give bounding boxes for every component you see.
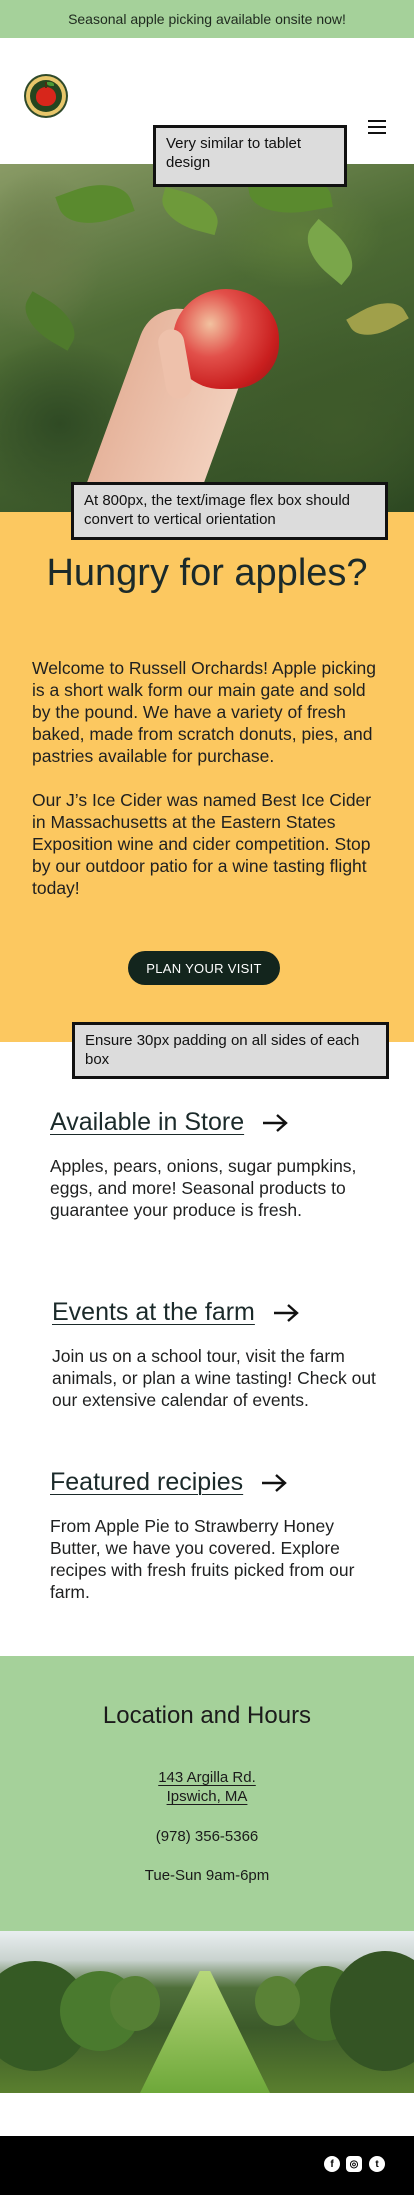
ice-cider-paragraph: Our J’s Ice Cider was named Best Ice Cid… — [32, 790, 372, 898]
feature-available-in-store: Available in Store Apples, pears, onions… — [50, 1108, 380, 1221]
feature-title: Available in Store — [50, 1108, 245, 1136]
apple-icon — [36, 81, 56, 106]
hamburger-menu-icon[interactable] — [368, 120, 386, 134]
plan-your-visit-button[interactable]: PLAN YOUR VISIT — [128, 951, 280, 985]
orchard-rows-image — [0, 1931, 414, 2093]
arrow-right-icon — [273, 1303, 299, 1322]
feature-featured-recipes: Featured recipies From Apple Pie to Stra… — [50, 1468, 380, 1603]
phone-number: (978) 356-5366 — [155, 1828, 259, 1845]
location-and-hours-section: Location and Hours 143 Argilla Rd. Ipswi… — [0, 1656, 414, 1931]
instagram-icon[interactable]: ◎ — [346, 2156, 362, 2172]
address-link[interactable]: 143 Argilla Rd. Ipswich, MA — [158, 1768, 256, 1806]
annotation-note-padding: Ensure 30px padding on all sides of each… — [72, 1022, 389, 1079]
hero-image-apple-picking — [0, 164, 414, 512]
events-at-the-farm-link[interactable]: Events at the farm — [52, 1298, 382, 1327]
welcome-heading: Hungry for apples? — [46, 552, 368, 594]
address-line-2: Ipswich, MA — [166, 1788, 248, 1805]
site-footer: f ◎ t — [0, 2136, 414, 2195]
location-heading: Location and Hours — [102, 1702, 312, 1729]
available-in-store-link[interactable]: Available in Store — [50, 1108, 380, 1137]
annotation-note-flexbox: At 800px, the text/image flex box should… — [71, 482, 388, 540]
arrow-right-icon — [263, 1113, 288, 1132]
address-line-1: 143 Argilla Rd. — [158, 1769, 256, 1786]
annotation-note-tablet: Very similar to tablet design — [153, 125, 347, 187]
arrow-right-icon — [262, 1473, 287, 1492]
facebook-icon[interactable]: f — [324, 2156, 340, 2172]
announcement-banner: Seasonal apple picking available onsite … — [0, 0, 414, 38]
twitter-icon[interactable]: t — [369, 2156, 385, 2172]
featured-recipes-link[interactable]: Featured recipies — [50, 1468, 380, 1497]
welcome-paragraph: Welcome to Russell Orchards! Apple picki… — [32, 658, 376, 766]
feature-title: Events at the farm — [52, 1298, 255, 1326]
feature-description: From Apple Pie to Strawberry Honey Butte… — [50, 1516, 355, 1602]
welcome-section: Hungry for apples? Welcome to Russell Or… — [0, 512, 414, 1042]
banner-text: Seasonal apple picking available onsite … — [68, 11, 346, 27]
feature-description: Join us on a school tour, visit the farm… — [52, 1346, 376, 1410]
feature-events-at-the-farm: Events at the farm Join us on a school t… — [52, 1298, 382, 1411]
opening-hours: Tue-Sun 9am-6pm — [144, 1867, 270, 1884]
russell-orchards-logo[interactable] — [24, 74, 68, 118]
feature-title: Featured recipies — [50, 1468, 244, 1496]
feature-description: Apples, pears, onions, sugar pumpkins, e… — [50, 1156, 357, 1220]
